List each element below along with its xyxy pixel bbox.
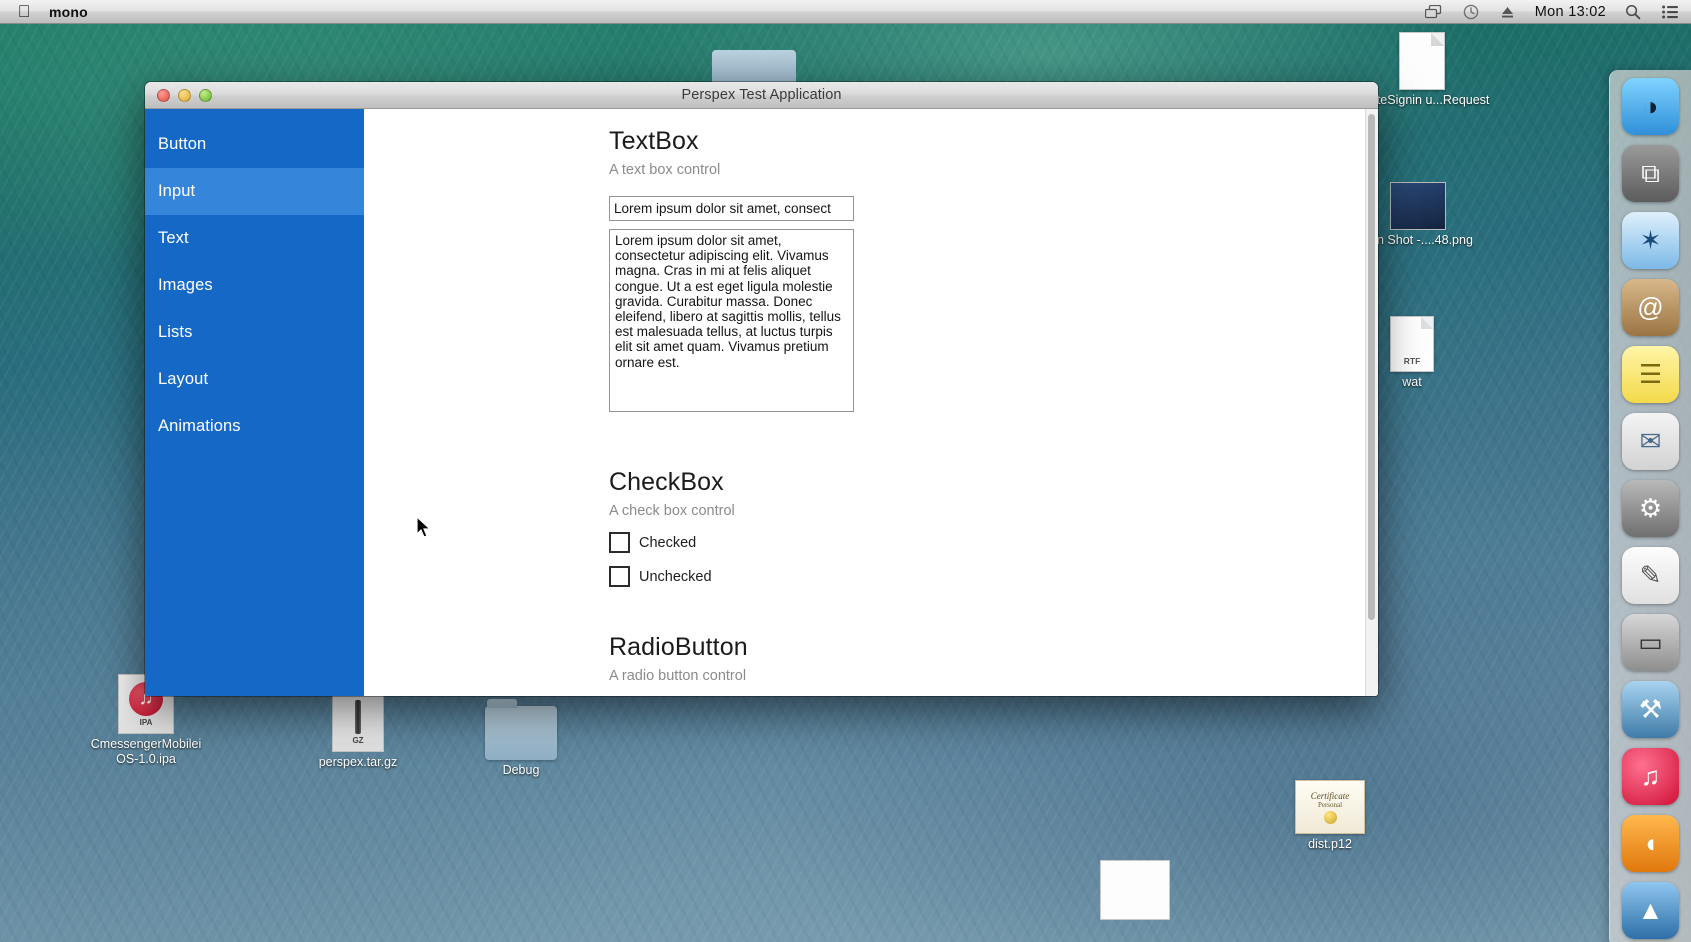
music-note-icon: ♫: [1640, 761, 1661, 791]
launchpad-icon: ⧉: [1641, 157, 1660, 188]
dock-item-safari[interactable]: ✶: [1622, 212, 1679, 269]
desktop-icon-label: dist.p12: [1308, 837, 1352, 851]
radiobutton-heading: RadioButton: [609, 633, 748, 661]
sidebar[interactable]: Button Input Text Images Lists Layout An…: [145, 109, 364, 696]
checkbox-label: Unchecked: [639, 568, 712, 585]
book-icon: ◖: [1642, 828, 1659, 858]
window-titlebar[interactable]: Perspex Test Application: [145, 82, 1378, 109]
menubar-clock[interactable]: Mon 13:02: [1535, 4, 1606, 20]
desktop-icon-targz-file[interactable]: GZ perspex.tar.gz: [298, 690, 418, 770]
sidebar-item-label: Button: [158, 135, 207, 153]
desktop-icon-label: CmessengerMobileiOS-1.0.ipa: [90, 737, 202, 766]
ipa-badge: IPA: [139, 717, 153, 727]
desktop-icon-debug-folder[interactable]: Debug: [461, 698, 581, 778]
checkbox-row-checked[interactable]: Checked: [609, 532, 1364, 553]
vertical-scrollbar[interactable]: [1365, 109, 1378, 696]
pencil-icon: ✎: [1639, 560, 1662, 590]
gear-icon: ⚙: [1638, 493, 1663, 523]
dock-item-screen-sharing[interactable]: ▭: [1622, 614, 1679, 671]
checkbox-label: Checked: [639, 534, 697, 551]
scrollbar-thumb[interactable]: [1368, 114, 1375, 620]
contacts-icon: @: [1637, 292, 1664, 322]
notification-center-icon[interactable]: [1660, 3, 1680, 21]
airplay-icon[interactable]: [1424, 3, 1444, 21]
rtf-badge: RTF: [1403, 356, 1421, 366]
single-line-textbox[interactable]: Lorem ipsum dolor sit amet, consect: [609, 196, 854, 221]
time-machine-icon[interactable]: [1461, 3, 1481, 21]
safari-icon: ✶: [1639, 225, 1662, 255]
textbox-subheading: A text box control: [609, 162, 721, 178]
radiobutton-subheading: A radio button control: [609, 668, 747, 684]
menubar[interactable]:  mono Mon 13:02: [0, 0, 1691, 24]
mail-icon: ✉: [1639, 426, 1662, 456]
dock-item-app-store[interactable]: ▲: [1622, 882, 1679, 939]
desktop-icon-label: Debug: [502, 763, 540, 777]
sidebar-item-label: Layout: [158, 370, 209, 388]
desktop-icon-background-document[interactable]: [1100, 860, 1170, 920]
checkbox-checked[interactable]: [609, 532, 630, 553]
dock-item-xcode[interactable]: ⚒: [1622, 681, 1679, 738]
sidebar-item-input[interactable]: Input: [145, 168, 364, 215]
folder-icon: [461, 698, 581, 760]
document-icon: [1352, 28, 1492, 90]
window-body: Button Input Text Images Lists Layout An…: [145, 109, 1378, 696]
textbox-heading: TextBox: [609, 127, 699, 155]
dock-item-textedit[interactable]: ✎: [1622, 547, 1679, 604]
multiline-textbox[interactable]: Lorem ipsum dolor sit amet, consectetur …: [609, 229, 854, 412]
dock-item-notes[interactable]: ☰: [1622, 346, 1679, 403]
menubar-status-area: Mon 13:02: [1424, 3, 1691, 21]
eject-icon[interactable]: [1498, 3, 1518, 21]
perspex-test-application-window[interactable]: Perspex Test Application Button Input Te…: [145, 82, 1378, 696]
sidebar-item-images[interactable]: Images: [145, 262, 364, 309]
desktop-icon-certificate-file[interactable]: Certificate Personal dist.p12: [1270, 772, 1390, 852]
sidebar-item-label: Input: [158, 182, 196, 200]
dock[interactable]: ◑ ⧉ ✶ @ ☰ ✉ ⚙ ✎ ▭ ⚒ ♫ ◖ ▲: [1609, 70, 1691, 942]
desktop-icon-label: perspex.tar.gz: [318, 755, 398, 769]
hammer-icon: ⚒: [1638, 694, 1663, 724]
checkbox-subheading: A check box control: [609, 503, 735, 519]
sidebar-item-text[interactable]: Text: [145, 215, 364, 262]
dock-item-finder[interactable]: ◑: [1622, 78, 1679, 135]
notes-icon: ☰: [1638, 359, 1663, 389]
sidebar-item-label: Text: [158, 229, 189, 247]
sidebar-item-label: Lists: [158, 323, 193, 341]
window-title: Perspex Test Application: [681, 87, 842, 103]
content-pane: TextBox A text box control Lorem ipsum d…: [364, 109, 1378, 696]
seal-icon: [1323, 810, 1337, 824]
checkbox-unchecked[interactable]: [609, 566, 630, 587]
apple-menu-icon[interactable]: : [13, 3, 35, 20]
targz-file-icon: GZ: [298, 690, 418, 752]
certificate-icon: Certificate Personal: [1270, 772, 1390, 834]
dock-item-system-preferences[interactable]: ⚙: [1622, 480, 1679, 537]
sidebar-item-layout[interactable]: Layout: [145, 356, 364, 403]
dock-item-contacts[interactable]: @: [1622, 279, 1679, 336]
checkbox-row-unchecked[interactable]: Unchecked: [609, 566, 1364, 587]
sidebar-item-label: Animations: [158, 417, 241, 435]
sidebar-item-button[interactable]: Button: [145, 121, 364, 168]
dock-item-ibooks[interactable]: ◖: [1622, 815, 1679, 872]
dock-item-mail[interactable]: ✉: [1622, 413, 1679, 470]
app-store-icon: ▲: [1637, 895, 1664, 925]
active-app-name[interactable]: mono: [49, 4, 88, 20]
checkbox-heading: CheckBox: [609, 468, 724, 496]
certificate-badge-sub: Personal: [1317, 800, 1343, 809]
sidebar-item-label: Images: [158, 276, 213, 294]
gz-badge: GZ: [352, 735, 364, 745]
dock-item-launchpad[interactable]: ⧉: [1622, 145, 1679, 202]
finder-icon: ◑: [1642, 91, 1659, 121]
sidebar-item-lists[interactable]: Lists: [145, 309, 364, 356]
display-icon: ▭: [1638, 627, 1663, 657]
search-icon[interactable]: [1623, 3, 1643, 21]
content-inner: TextBox A text box control Lorem ipsum d…: [609, 127, 1364, 696]
certificate-badge-title: Certificate: [1310, 790, 1350, 801]
dock-item-itunes[interactable]: ♫: [1622, 748, 1679, 805]
sidebar-item-animations[interactable]: Animations: [145, 403, 364, 450]
